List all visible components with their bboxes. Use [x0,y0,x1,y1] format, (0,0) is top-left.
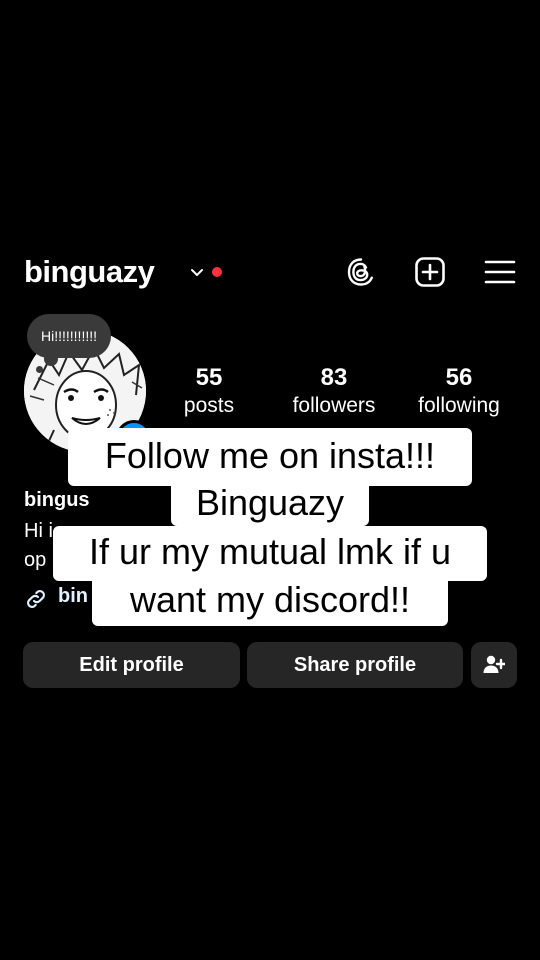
share-profile-button[interactable]: Share profile [247,642,463,688]
bio-link-text[interactable]: bin [58,585,88,608]
link-icon [27,590,45,608]
stat-followers[interactable]: 83 followers [274,364,394,420]
add-user-button[interactable] [471,642,517,688]
display-name: bingus [24,489,90,511]
menu-icon[interactable] [484,256,516,288]
following-count: 56 [445,364,473,391]
stat-following[interactable]: 56 following [399,364,519,420]
followers-label: followers [292,394,376,417]
following-label: following [418,394,500,417]
note-bubble[interactable]: Hi!!!!!!!!!!! [27,314,112,358]
notification-dot [212,267,222,277]
note-bubble-tail [44,352,58,366]
followers-count: 83 [320,364,348,391]
bio-line-1: Hi i [24,520,53,542]
caption-line-3: If ur my mutual lmk if u [53,526,487,581]
add-user-icon [483,655,505,673]
stat-posts[interactable]: 55 posts [149,364,269,420]
caption-line-2: Binguazy [171,480,369,526]
threads-icon[interactable] [345,256,377,288]
caption-line-1: Follow me on insta!!! [68,428,472,486]
caption-backdrop [120,486,172,524]
caption-line-4: want my discord!! [92,576,448,626]
posts-label: posts [183,394,235,417]
caption-backdrop [368,486,468,524]
bio-line-2: op [24,549,47,571]
posts-count: 55 [195,364,223,391]
create-icon[interactable] [414,256,446,288]
note-bubble-tail-small [36,366,43,373]
username-switcher[interactable]: binguazy [24,254,155,290]
edit-profile-button[interactable]: Edit profile [23,642,240,688]
profile-header: binguazy [0,248,540,298]
chevron-down-icon[interactable] [190,266,204,280]
